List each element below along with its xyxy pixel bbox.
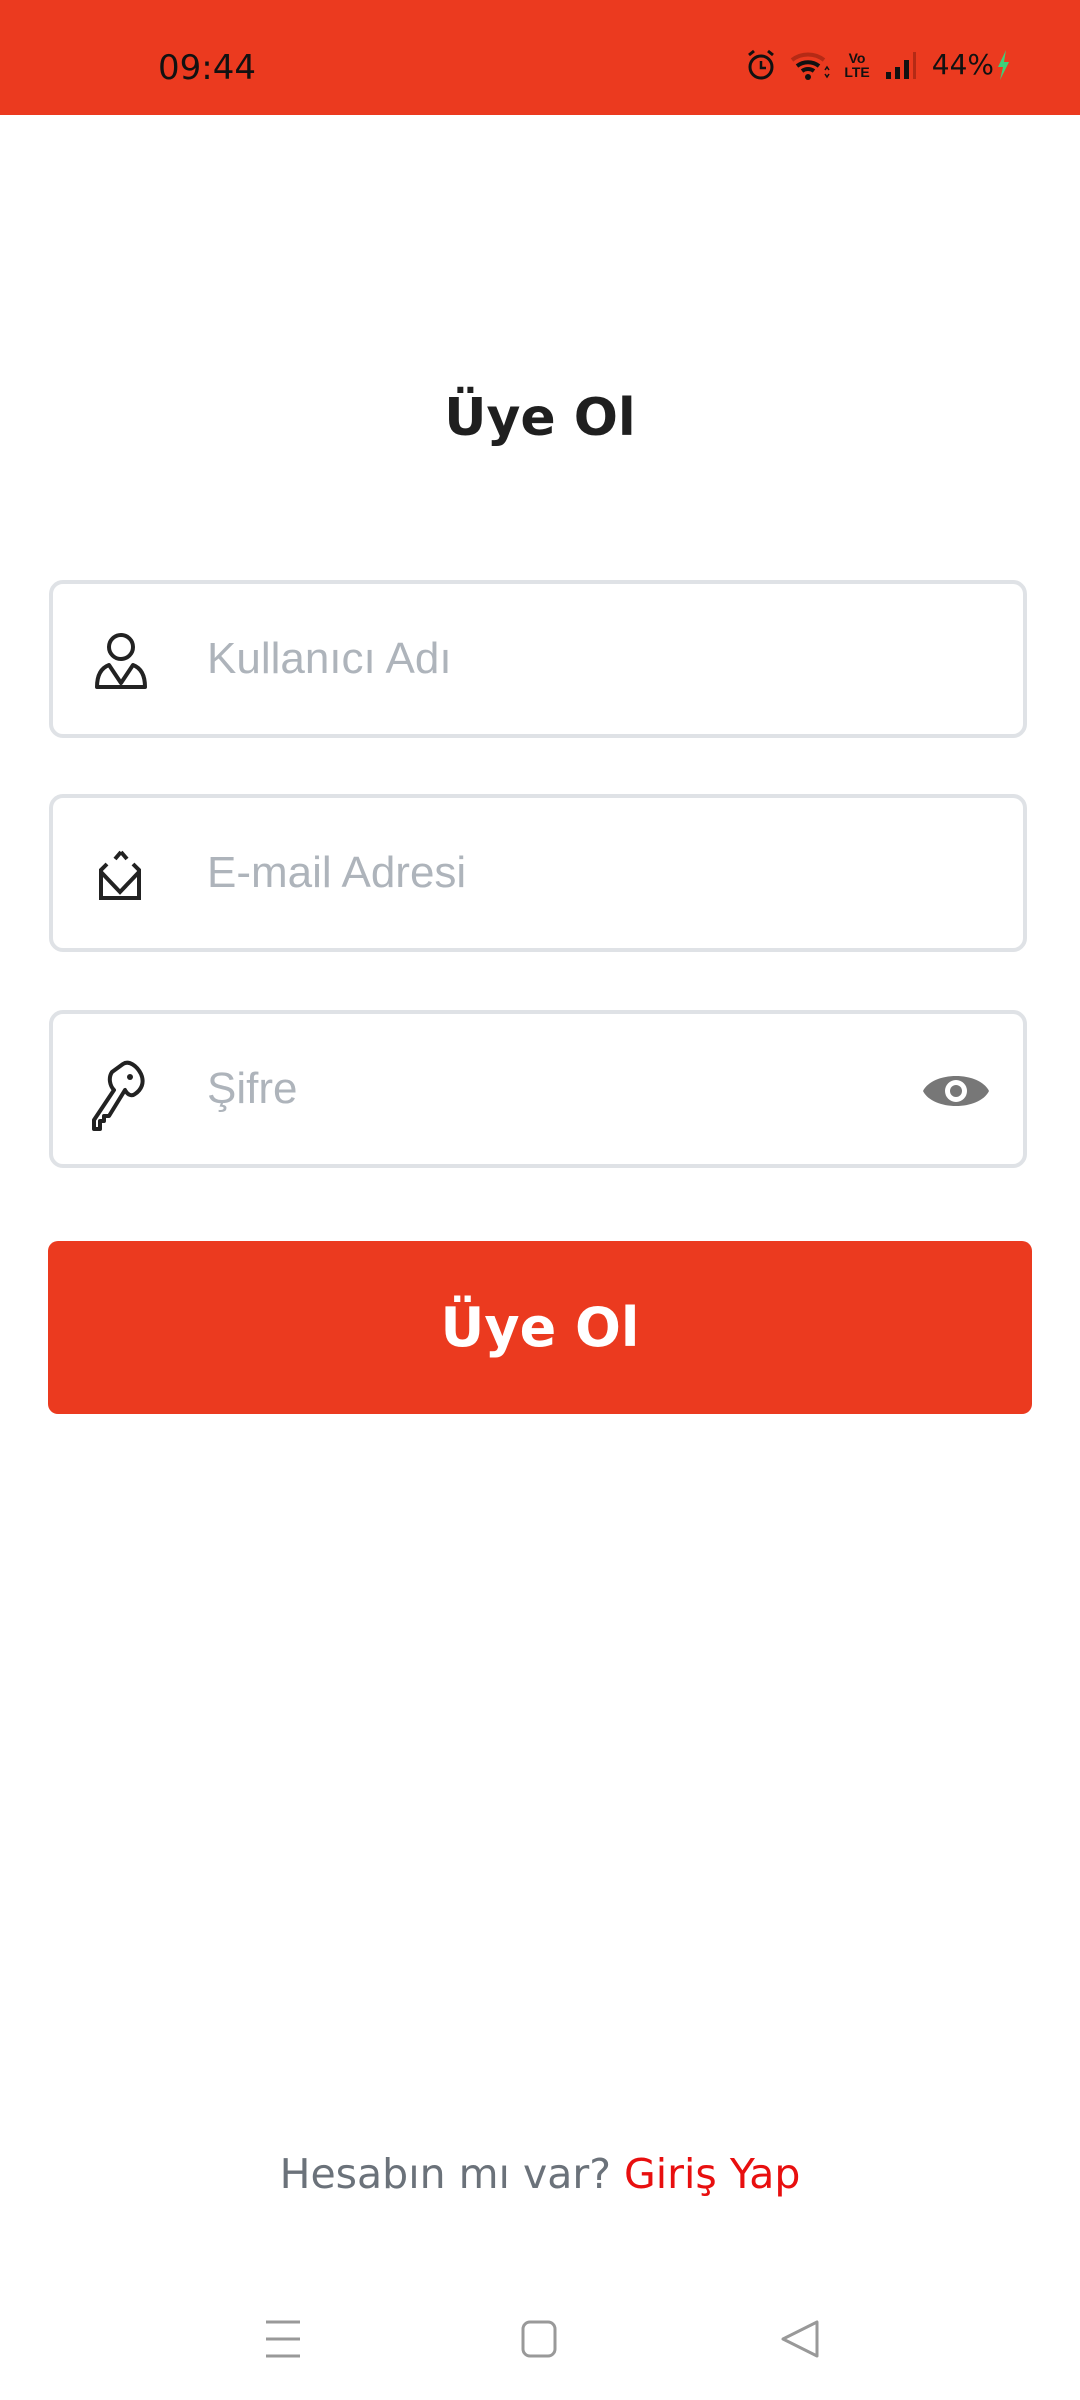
volte-top: Vo [848,49,866,66]
volte-bottom: LTE [844,63,870,80]
status-icons: Vo LTE 44% [746,48,1010,81]
alarm-icon [748,49,775,79]
status-time: 09:44 [158,48,256,88]
volte-icon: Vo LTE [844,51,869,79]
email-input[interactable] [207,798,927,948]
username-field-container [49,580,1027,738]
status-bar: 09:44 Vo LTE 44% [0,0,1080,115]
key-icon [92,1060,145,1131]
navigation-bar [0,2300,1080,2400]
back-icon[interactable] [775,2314,825,2364]
signup-button[interactable]: Üye Ol [48,1241,1032,1414]
home-icon[interactable] [515,2314,565,2364]
page-title: Üye Ol [444,388,636,448]
login-question: Hesabın mı var? [279,2150,611,2198]
signal-icon [885,51,916,79]
wifi-icon [791,52,830,80]
login-link[interactable]: Giriş Yap [624,2150,800,2198]
eye-icon[interactable] [921,1066,991,1116]
email-field-container [49,794,1027,952]
menu-icon[interactable] [258,2314,308,2364]
battery-percent: 44% [931,48,994,81]
charging-icon [998,49,1009,80]
mail-open-icon [99,850,141,900]
username-input[interactable] [207,584,927,734]
password-field-container [49,1010,1027,1168]
user-icon [95,633,147,689]
password-input[interactable] [207,1014,847,1164]
login-prompt: Hesabın mı var? Giriş Yap [0,2150,1080,2198]
